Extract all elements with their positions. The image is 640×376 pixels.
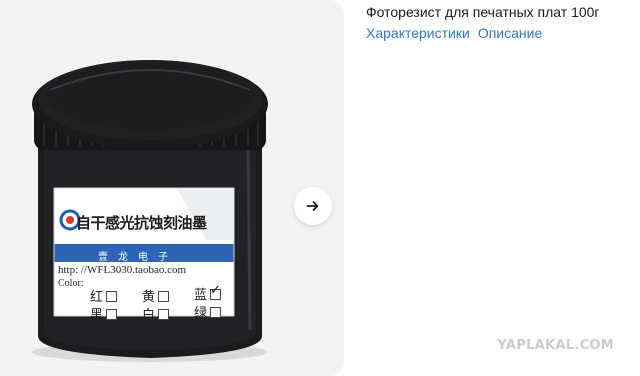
gallery-next-button[interactable] <box>294 187 332 225</box>
arrow-right-icon <box>306 201 319 211</box>
label-color-caption: Color: <box>58 278 84 289</box>
tab-description[interactable]: Описание <box>478 25 542 41</box>
color-option-yellow: 黄 <box>142 286 170 305</box>
watermark: YAPLAKAL.COM <box>497 338 614 353</box>
product-label: 自干感光抗蚀刻油墨 壹龙电子 http: //WFL3030.taobao.co… <box>54 188 234 323</box>
label-website: http: //WFL3030.taobao.com <box>58 264 187 276</box>
product-title: Фоторезист для печатных плат 100г <box>366 4 600 20</box>
color-option-green: 绿 <box>194 302 222 321</box>
product-tabs: Характеристики Описание <box>366 25 542 41</box>
label-brand-text: 自干感光抗蚀刻油墨 <box>76 214 207 232</box>
tab-characteristics[interactable]: Характеристики <box>366 25 470 41</box>
label-sub-brand: 壹龙电子 <box>98 252 178 263</box>
color-option-red: 红 <box>90 286 118 305</box>
product-image-gallery[interactable]: 自干感光抗蚀刻油墨 壹龙电子 http: //WFL3030.taobao.co… <box>0 0 344 376</box>
color-option-white: 白 <box>142 304 170 323</box>
color-option-black: 黑 <box>90 304 118 323</box>
color-option-blue: 蓝 <box>194 283 222 303</box>
